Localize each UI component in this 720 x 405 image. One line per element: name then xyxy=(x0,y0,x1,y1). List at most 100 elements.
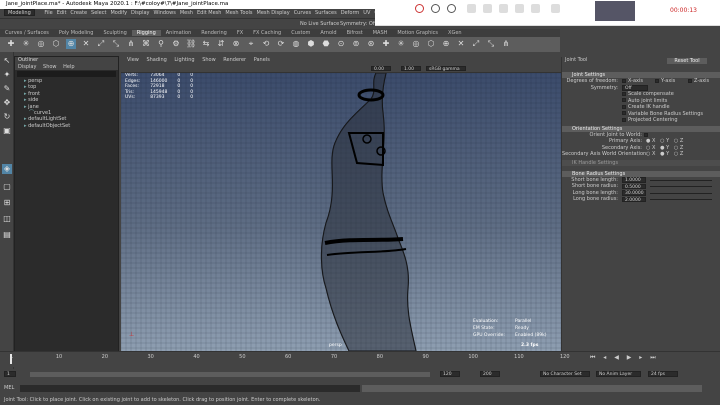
bone-field-input[interactable]: 2.0000 xyxy=(622,196,646,202)
menu-item-windows[interactable]: Windows xyxy=(153,10,175,16)
shelf-tab-fx[interactable]: FX xyxy=(232,30,248,36)
shelf-tab-rendering[interactable]: Rendering xyxy=(196,30,232,36)
shelf-tab-bifrost[interactable]: Bifrost xyxy=(342,30,368,36)
secondary-world-radios[interactable]: ○ X ● Y ○ Z xyxy=(646,151,683,158)
shelf-tool-icon[interactable]: ⌖ xyxy=(246,39,256,49)
shelf-tab-fx-caching[interactable]: FX Caching xyxy=(248,30,286,36)
shelf-tool-icon[interactable]: ⊗ xyxy=(231,39,241,49)
shelf-tool-icon[interactable]: ◍ xyxy=(291,39,301,49)
joint-tool-icon[interactable]: ◈ xyxy=(2,164,12,174)
paint-select-icon[interactable]: ✎ xyxy=(2,84,12,94)
viewport-menu-show[interactable]: Show xyxy=(202,57,216,63)
shelf-tool-icon[interactable]: ⚲ xyxy=(156,39,166,49)
orient-world-checkbox[interactable] xyxy=(644,132,648,137)
shelf-tool-icon[interactable]: ⊛ xyxy=(366,39,376,49)
menu-item-select[interactable]: Select xyxy=(91,10,106,16)
stop-icon[interactable] xyxy=(447,4,456,13)
eraser-icon[interactable] xyxy=(515,4,524,13)
shelf-tool-icon[interactable]: ⤡ xyxy=(111,39,121,49)
shelf-tool-icon[interactable]: ✕ xyxy=(81,39,91,49)
shelf-tool-icon[interactable]: ⬡ xyxy=(51,39,61,49)
menu-item-mesh[interactable]: Mesh xyxy=(180,10,193,16)
time-slider[interactable]: 1102030405060708090100110120 ⏮ ◂ ◀ ▶ ▸ ⏭ xyxy=(0,351,720,367)
menu-item-curves[interactable]: Curves xyxy=(294,10,311,16)
arrow-icon[interactable] xyxy=(499,4,508,13)
shelf-tab-animation[interactable]: Animation xyxy=(161,30,197,36)
y-axis-checkbox[interactable] xyxy=(655,78,659,83)
reset-tool-button[interactable]: Reset Tool xyxy=(667,58,707,64)
playback-controls[interactable]: ⏮ ◂ ◀ ▶ ▸ ⏭ xyxy=(590,354,710,362)
shelf-tool-icon[interactable]: ⊚ xyxy=(351,39,361,49)
viewport-menu-renderer[interactable]: Renderer xyxy=(223,57,246,63)
option-checkbox[interactable] xyxy=(622,104,626,109)
viewport-menu-panels[interactable]: Panels xyxy=(254,57,270,63)
range-bar[interactable] xyxy=(30,372,430,377)
shelf-tool-icon[interactable]: ⚙ xyxy=(171,39,181,49)
select-tool-icon[interactable]: ↖ xyxy=(2,56,12,66)
menu-item-edit[interactable]: Edit xyxy=(57,10,67,16)
shelf-tool-icon[interactable]: ⬣ xyxy=(321,39,331,49)
shelf-tool-icon[interactable]: ⛓ xyxy=(186,39,196,49)
menu-item-uv[interactable]: UV xyxy=(363,10,370,16)
character-set-dropdown[interactable]: No Character Set xyxy=(540,371,590,377)
live-surface-label[interactable]: No Live Surface xyxy=(300,20,339,29)
menu-item-deform[interactable]: Deform xyxy=(341,10,360,16)
outliner-menu-display[interactable]: Display xyxy=(18,64,36,70)
shelf-tool-icon[interactable]: ⤡ xyxy=(486,39,496,49)
viewport-menu-view[interactable]: View xyxy=(127,57,139,63)
shelf-tab-arnold[interactable]: Arnold xyxy=(315,30,341,36)
anim-layer-dropdown[interactable]: No Anim Layer xyxy=(596,371,641,377)
shelf-tab-sculpting[interactable]: Sculpting xyxy=(98,30,131,36)
shelf-tool-icon[interactable]: ⋔ xyxy=(126,39,136,49)
shelf-tab-custom[interactable]: Custom xyxy=(286,30,315,36)
mel-input[interactable] xyxy=(20,385,360,392)
shelf-tab-poly-modeling[interactable]: Poly Modeling xyxy=(54,30,99,36)
option-checkbox[interactable] xyxy=(622,98,626,102)
shelf-tool-icon[interactable]: ⟲ xyxy=(261,39,271,49)
layout-outliner-icon[interactable]: ▤ xyxy=(2,230,12,240)
rotate-tool-icon[interactable]: ↻ xyxy=(2,112,12,122)
shelf-tool-icon[interactable]: ⌘ xyxy=(141,39,151,49)
bone-field-slider[interactable] xyxy=(650,199,712,200)
pause-icon[interactable] xyxy=(431,4,440,13)
menu-item-modify[interactable]: Modify xyxy=(110,10,127,16)
outliner-menu-show[interactable]: Show xyxy=(43,64,57,70)
shelf-tab-motion-graphics[interactable]: Motion Graphics xyxy=(392,30,443,36)
layout-single-icon[interactable]: ▢ xyxy=(2,182,12,192)
record-icon[interactable] xyxy=(415,4,424,13)
menu-item-create[interactable]: Create xyxy=(70,10,87,16)
shelf-tool-icon[interactable]: ✚ xyxy=(381,39,391,49)
shelf-tool-icon[interactable]: ◎ xyxy=(36,39,46,49)
bone-field-slider[interactable] xyxy=(650,192,712,194)
gamma-field[interactable]: 1.00 xyxy=(401,65,421,71)
shelf-tool-icon[interactable]: ⤢ xyxy=(471,39,481,49)
shelf-tool-icon[interactable]: ⋔ xyxy=(501,39,511,49)
x-axis-checkbox[interactable] xyxy=(622,78,626,83)
bone-field-input[interactable]: 30.0000 xyxy=(622,190,646,196)
option-checkbox[interactable] xyxy=(622,91,626,96)
bone-field-slider[interactable] xyxy=(650,179,712,181)
scale-tool-icon[interactable]: ▣ xyxy=(2,126,12,136)
color-space-dropdown[interactable]: sRGB gamma xyxy=(426,65,466,71)
shelf-tool-icon[interactable]: ⟳ xyxy=(276,39,286,49)
shelf-tool-icon[interactable]: ⊕ xyxy=(441,39,451,49)
fps-dropdown[interactable]: 24 fps xyxy=(648,371,678,377)
viewport-menu-shading[interactable]: Shading xyxy=(146,57,166,63)
shelf-tool-icon[interactable]: ⬡ xyxy=(426,39,436,49)
shelf-tool-icon[interactable]: ⊕ xyxy=(66,39,76,49)
shelf-tool-icon[interactable]: ⇆ xyxy=(201,39,211,49)
symmetry-dropdown[interactable]: Off xyxy=(622,85,648,91)
menu-item-mesh-tools[interactable]: Mesh Tools xyxy=(225,10,252,16)
end-frame-field[interactable]: 120 xyxy=(440,371,460,377)
camera-icon[interactable] xyxy=(551,4,560,13)
range-end-field[interactable]: 200 xyxy=(480,371,500,377)
shelf-tool-icon[interactable]: ⬢ xyxy=(306,39,316,49)
z-axis-checkbox[interactable] xyxy=(688,78,692,83)
mode-selector[interactable]: Modeling xyxy=(4,9,35,16)
bone-field-slider[interactable] xyxy=(650,186,712,187)
viewport-menu-lighting[interactable]: Lighting xyxy=(174,57,194,63)
shelf-tool-icon[interactable]: ⤢ xyxy=(96,39,106,49)
shelf-tab-rigging[interactable]: Rigging xyxy=(131,30,161,36)
menu-item-edit-mesh[interactable]: Edit Mesh xyxy=(197,10,221,16)
shelf-tab-mash[interactable]: MASH xyxy=(368,30,393,36)
